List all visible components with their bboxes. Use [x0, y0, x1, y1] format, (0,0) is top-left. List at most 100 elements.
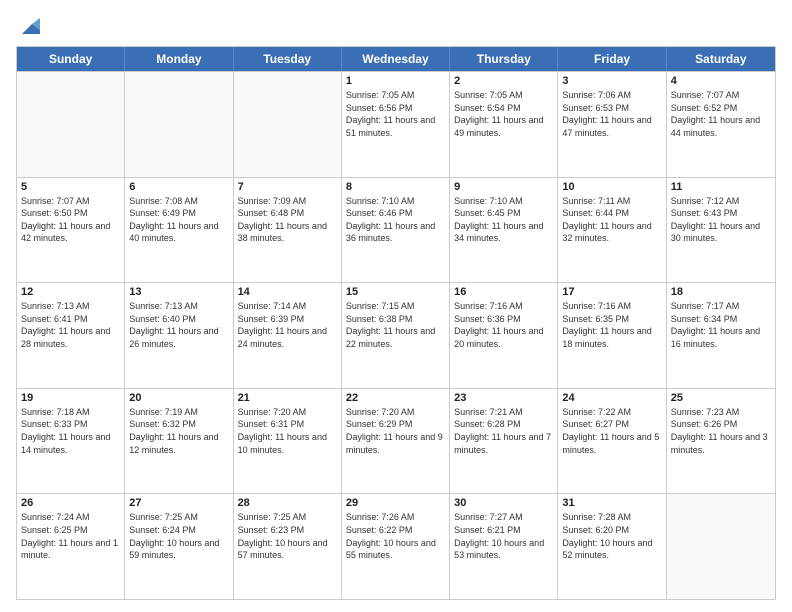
calendar-row-4: 26 Sunrise: 7:24 AM Sunset: 6:25 PM Dayli…	[17, 493, 775, 599]
day-number: 30	[454, 497, 553, 509]
cell-info: Sunrise: 7:13 AM Sunset: 6:40 PM Dayligh…	[129, 300, 228, 350]
cell-info: Sunrise: 7:22 AM Sunset: 6:27 PM Dayligh…	[562, 406, 661, 456]
cell-info: Sunrise: 7:10 AM Sunset: 6:45 PM Dayligh…	[454, 195, 553, 245]
day-cell-16: 16Sunrise: 7:16 AM Sunset: 6:36 PM Dayli…	[450, 283, 558, 388]
day-number: 19	[21, 392, 120, 404]
day-cell-28: 28 Sunrise: 7:25 AM Sunset: 6:23 PM Dayli…	[234, 494, 342, 599]
day-cell-12: 12 Sunrise: 7:13 AM Sunset: 6:41 PM Dayli…	[17, 283, 125, 388]
header-cell-thursday: Thursday	[450, 47, 558, 71]
day-number: 12	[21, 286, 120, 298]
day-number: 24	[562, 392, 661, 404]
day-number: 23	[454, 392, 553, 404]
calendar-page: SundayMondayTuesdayWednesdayThursdayFrid…	[0, 0, 792, 612]
day-cell-21: 21 Sunrise: 7:20 AM Sunset: 6:31 PM Dayli…	[234, 389, 342, 494]
day-cell-10: 10Sunrise: 7:11 AM Sunset: 6:44 PM Dayli…	[558, 178, 666, 283]
cell-info: Sunrise: 7:26 AM Sunset: 6:22 PM Dayligh…	[346, 511, 445, 561]
cell-info: Sunrise: 7:28 AM Sunset: 6:20 PM Dayligh…	[562, 511, 661, 561]
day-cell-8: 8 Sunrise: 7:10 AM Sunset: 6:46 PM Daylig…	[342, 178, 450, 283]
day-number: 15	[346, 286, 445, 298]
calendar-row-1: 5 Sunrise: 7:07 AM Sunset: 6:50 PM Daylig…	[17, 177, 775, 283]
day-cell-13: 13 Sunrise: 7:13 AM Sunset: 6:40 PM Dayli…	[125, 283, 233, 388]
calendar-row-2: 12 Sunrise: 7:13 AM Sunset: 6:41 PM Dayli…	[17, 282, 775, 388]
day-number: 9	[454, 181, 553, 193]
day-number: 25	[671, 392, 771, 404]
cell-info: Sunrise: 7:21 AM Sunset: 6:28 PM Dayligh…	[454, 406, 553, 456]
day-cell-24: 24 Sunrise: 7:22 AM Sunset: 6:27 PM Dayli…	[558, 389, 666, 494]
day-cell-14: 14 Sunrise: 7:14 AM Sunset: 6:39 PM Dayli…	[234, 283, 342, 388]
page-header	[16, 12, 776, 38]
cell-info: Sunrise: 7:17 AM Sunset: 6:34 PM Dayligh…	[671, 300, 771, 350]
day-cell-1: 1Sunrise: 7:05 AM Sunset: 6:56 PM Daylig…	[342, 72, 450, 177]
header-cell-saturday: Saturday	[667, 47, 775, 71]
cell-info: Sunrise: 7:15 AM Sunset: 6:38 PM Dayligh…	[346, 300, 445, 350]
day-number: 7	[238, 181, 337, 193]
day-number: 13	[129, 286, 228, 298]
day-number: 22	[346, 392, 445, 404]
calendar: SundayMondayTuesdayWednesdayThursdayFrid…	[16, 46, 776, 600]
header-cell-tuesday: Tuesday	[234, 47, 342, 71]
header-cell-friday: Friday	[558, 47, 666, 71]
day-cell-4: 4 Sunrise: 7:07 AM Sunset: 6:52 PM Daylig…	[667, 72, 775, 177]
cell-info: Sunrise: 7:20 AM Sunset: 6:31 PM Dayligh…	[238, 406, 337, 456]
cell-info: Sunrise: 7:19 AM Sunset: 6:32 PM Dayligh…	[129, 406, 228, 456]
day-cell-7: 7Sunrise: 7:09 AM Sunset: 6:48 PM Daylig…	[234, 178, 342, 283]
cell-info: Sunrise: 7:05 AM Sunset: 6:54 PM Dayligh…	[454, 89, 553, 139]
day-number: 10	[562, 181, 661, 193]
cell-info: Sunrise: 7:13 AM Sunset: 6:41 PM Dayligh…	[21, 300, 120, 350]
day-number: 29	[346, 497, 445, 509]
day-number: 17	[562, 286, 661, 298]
day-cell-18: 18 Sunrise: 7:17 AM Sunset: 6:34 PM Dayli…	[667, 283, 775, 388]
logo-icon	[18, 16, 40, 38]
cell-info: Sunrise: 7:18 AM Sunset: 6:33 PM Dayligh…	[21, 406, 120, 456]
header-cell-sunday: Sunday	[17, 47, 125, 71]
day-number: 28	[238, 497, 337, 509]
empty-cell-4-6	[667, 494, 775, 599]
day-cell-15: 15 Sunrise: 7:15 AM Sunset: 6:38 PM Dayli…	[342, 283, 450, 388]
calendar-header: SundayMondayTuesdayWednesdayThursdayFrid…	[17, 47, 775, 71]
day-number: 31	[562, 497, 661, 509]
day-number: 1	[346, 75, 445, 87]
day-number: 14	[238, 286, 337, 298]
cell-info: Sunrise: 7:20 AM Sunset: 6:29 PM Dayligh…	[346, 406, 445, 456]
cell-info: Sunrise: 7:14 AM Sunset: 6:39 PM Dayligh…	[238, 300, 337, 350]
day-cell-31: 31 Sunrise: 7:28 AM Sunset: 6:20 PM Dayli…	[558, 494, 666, 599]
header-cell-monday: Monday	[125, 47, 233, 71]
calendar-row-0: 1Sunrise: 7:05 AM Sunset: 6:56 PM Daylig…	[17, 71, 775, 177]
cell-info: Sunrise: 7:27 AM Sunset: 6:21 PM Dayligh…	[454, 511, 553, 561]
day-cell-26: 26 Sunrise: 7:24 AM Sunset: 6:25 PM Dayli…	[17, 494, 125, 599]
day-number: 4	[671, 75, 771, 87]
day-cell-29: 29 Sunrise: 7:26 AM Sunset: 6:22 PM Dayli…	[342, 494, 450, 599]
empty-cell-0-1	[125, 72, 233, 177]
header-cell-wednesday: Wednesday	[342, 47, 450, 71]
cell-info: Sunrise: 7:25 AM Sunset: 6:23 PM Dayligh…	[238, 511, 337, 561]
cell-info: Sunrise: 7:06 AM Sunset: 6:53 PM Dayligh…	[562, 89, 661, 139]
day-number: 5	[21, 181, 120, 193]
cell-info: Sunrise: 7:10 AM Sunset: 6:46 PM Dayligh…	[346, 195, 445, 245]
day-cell-27: 27Sunrise: 7:25 AM Sunset: 6:24 PM Dayli…	[125, 494, 233, 599]
cell-info: Sunrise: 7:24 AM Sunset: 6:25 PM Dayligh…	[21, 511, 120, 561]
cell-info: Sunrise: 7:16 AM Sunset: 6:35 PM Dayligh…	[562, 300, 661, 350]
day-number: 26	[21, 497, 120, 509]
calendar-row-3: 19 Sunrise: 7:18 AM Sunset: 6:33 PM Dayli…	[17, 388, 775, 494]
day-number: 11	[671, 181, 771, 193]
calendar-body: 1Sunrise: 7:05 AM Sunset: 6:56 PM Daylig…	[17, 71, 775, 599]
day-cell-19: 19 Sunrise: 7:18 AM Sunset: 6:33 PM Dayli…	[17, 389, 125, 494]
day-number: 2	[454, 75, 553, 87]
day-number: 21	[238, 392, 337, 404]
day-cell-5: 5 Sunrise: 7:07 AM Sunset: 6:50 PM Daylig…	[17, 178, 125, 283]
day-number: 8	[346, 181, 445, 193]
cell-info: Sunrise: 7:07 AM Sunset: 6:52 PM Dayligh…	[671, 89, 771, 139]
day-cell-6: 6Sunrise: 7:08 AM Sunset: 6:49 PM Daylig…	[125, 178, 233, 283]
cell-info: Sunrise: 7:25 AM Sunset: 6:24 PM Dayligh…	[129, 511, 228, 561]
day-cell-22: 22 Sunrise: 7:20 AM Sunset: 6:29 PM Dayli…	[342, 389, 450, 494]
day-number: 20	[129, 392, 228, 404]
cell-info: Sunrise: 7:16 AM Sunset: 6:36 PM Dayligh…	[454, 300, 553, 350]
day-cell-23: 23 Sunrise: 7:21 AM Sunset: 6:28 PM Dayli…	[450, 389, 558, 494]
day-number: 6	[129, 181, 228, 193]
cell-info: Sunrise: 7:23 AM Sunset: 6:26 PM Dayligh…	[671, 406, 771, 456]
day-cell-30: 30 Sunrise: 7:27 AM Sunset: 6:21 PM Dayli…	[450, 494, 558, 599]
day-cell-3: 3Sunrise: 7:06 AM Sunset: 6:53 PM Daylig…	[558, 72, 666, 177]
cell-info: Sunrise: 7:07 AM Sunset: 6:50 PM Dayligh…	[21, 195, 120, 245]
day-number: 18	[671, 286, 771, 298]
day-cell-2: 2 Sunrise: 7:05 AM Sunset: 6:54 PM Daylig…	[450, 72, 558, 177]
